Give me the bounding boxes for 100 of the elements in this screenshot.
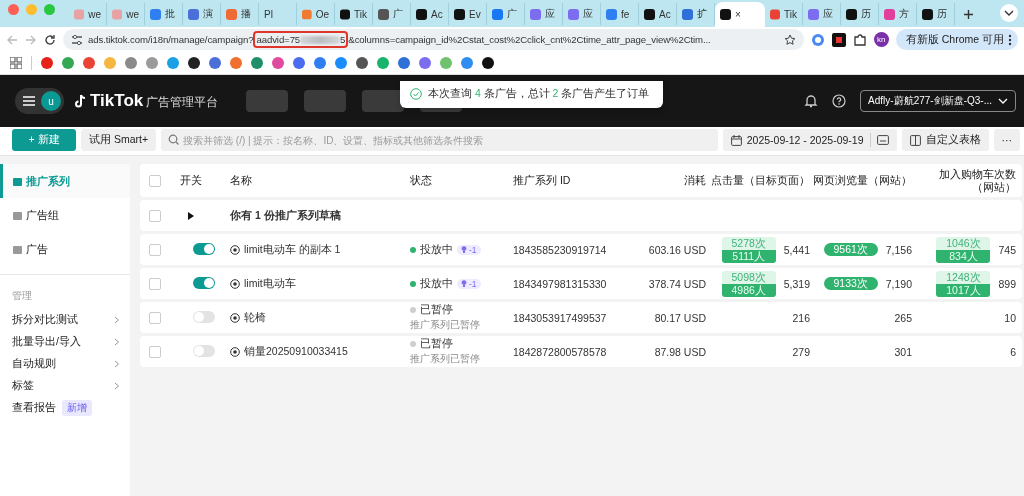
sidebar-link[interactable]: 查看报告 新增 [0, 397, 130, 419]
browser-tab[interactable]: 应 [525, 3, 563, 25]
apps-grid-icon[interactable] [10, 57, 22, 69]
column-header[interactable]: 消耗 [684, 173, 706, 186]
bookmark-icon[interactable] [188, 57, 200, 69]
browser-tab[interactable]: Oe [297, 3, 335, 25]
sidebar-link[interactable]: 自动规则 [0, 353, 130, 375]
browser-tab[interactable]: Pl [259, 3, 297, 25]
browser-tab[interactable]: Ev [449, 3, 487, 25]
logo-text: TikTok [90, 91, 144, 111]
user-avatar: u [41, 91, 61, 111]
browser-tab[interactable]: we [107, 3, 145, 25]
sidebar-link[interactable]: 拆分对比测试 [0, 309, 130, 331]
chevron-right-icon [114, 338, 120, 346]
browser-tab[interactable]: × [715, 2, 765, 27]
browser-tab[interactable]: 批 [145, 3, 183, 25]
browser-tab[interactable]: 播 [221, 3, 259, 25]
forward-icon[interactable] [25, 33, 37, 46]
reload-icon[interactable] [44, 33, 56, 46]
sidebar-link[interactable]: 标签 [0, 375, 130, 397]
more-vertical-icon[interactable] [1008, 33, 1012, 46]
column-header[interactable]: 加入购物车次数（网站） [938, 167, 1016, 194]
window-control-icon[interactable] [8, 4, 19, 15]
browser-tab[interactable]: 应 [803, 3, 841, 25]
bookmark-icon[interactable] [482, 57, 494, 69]
campaign-name[interactable]: 销量20250910033415 [244, 344, 348, 359]
chevron-down-icon[interactable] [1000, 4, 1018, 22]
metric-tag: 9561次 [823, 243, 878, 256]
checkbox[interactable] [149, 345, 161, 358]
column-header[interactable]: 状态 [410, 173, 432, 186]
customize-table-button[interactable]: 自定义表格 [901, 129, 989, 151]
plus-icon[interactable] [963, 9, 974, 20]
bookmark-star-icon[interactable] [783, 33, 796, 46]
column-header[interactable]: 点击量（目标页面） [711, 173, 810, 186]
draft-notice: 你有 1 份推广系列草稿 [230, 208, 342, 223]
browser-tab[interactable]: 广 [373, 3, 411, 25]
browser-tab[interactable]: 广 [487, 3, 525, 25]
address-bar[interactable]: ads.tiktok.com/i18n/manage/campaign? aadvid=75 5 &columns=campaign_id%2Cstat_cost%2Cclick_cnt%2Ctime_attr_page_view%2Ctim... [63, 29, 804, 50]
profile-avatar[interactable]: kn [873, 32, 889, 47]
update-button[interactable]: 有新版 Chrome 可用 [895, 29, 1018, 50]
toggle-switch[interactable] [193, 276, 215, 289]
toggle-switch[interactable] [193, 310, 215, 323]
checkbox[interactable] [149, 311, 161, 324]
extension-icon[interactable] [831, 32, 846, 47]
back-icon[interactable] [6, 33, 18, 46]
help-icon[interactable] [832, 94, 847, 108]
browser-tab[interactable]: Ac [639, 3, 677, 25]
status-note: 推广系列已暂停 [410, 318, 481, 332]
campaign-name[interactable]: 轮椅 [244, 310, 266, 325]
chevron-down-icon[interactable] [998, 96, 1008, 106]
browser-tab[interactable]: fe [601, 3, 639, 25]
section-heading: 管理 [11, 289, 33, 303]
browser-tab[interactable]: 方 [879, 3, 917, 25]
more-button[interactable]: ··· [993, 129, 1020, 151]
checkbox[interactable] [149, 243, 161, 256]
browser-tab[interactable]: 扩 [677, 3, 715, 25]
table-cell: 265 [894, 311, 912, 324]
redaction-blur [300, 35, 341, 44]
toggle-switch[interactable] [193, 344, 215, 357]
browser-tab[interactable]: 历 [841, 3, 879, 25]
try-smart-button[interactable]: 试用 Smart+ [81, 129, 157, 151]
sidebar-item[interactable]: 广告 [0, 232, 130, 266]
table-cell: 5,319 [783, 277, 810, 290]
search-icon [168, 134, 180, 145]
expand-triangle-icon[interactable] [188, 211, 194, 220]
puzzle-icon[interactable] [852, 32, 867, 47]
table-cell: 7,190 [885, 277, 912, 290]
site-settings-icon[interactable] [71, 33, 83, 46]
menu-icon[interactable] [23, 96, 35, 106]
campaign-name[interactable]: limit电动车 的副本 1 [244, 242, 341, 257]
column-header[interactable]: 开关 [180, 173, 202, 186]
campaign-name[interactable]: limit电动车 [244, 276, 296, 291]
toggle-switch[interactable] [193, 242, 215, 255]
browser-tab[interactable]: 应 [563, 3, 601, 25]
url-text: ads.tiktok.com/i18n/manage/campaign? [88, 34, 254, 45]
sidebar-link[interactable]: 批量导出/导入 [0, 331, 130, 353]
columns-icon [909, 134, 921, 146]
search-field[interactable]: 搜索并筛选 (/) | 提示：按名称、ID、设置、指标或其他筛选条件搜索 [161, 129, 718, 151]
new-badge: 新增 [62, 400, 92, 416]
browser-tab[interactable]: Tik [335, 3, 373, 25]
bell-icon[interactable] [804, 94, 819, 108]
sidebar-item[interactable]: 广告组 [0, 198, 130, 232]
browser-tab[interactable]: 演 [183, 3, 221, 25]
column-header[interactable]: 名称 [230, 173, 252, 186]
account-dropdown[interactable]: Adfly-蔚航277-剑新盘-Q3-... [860, 90, 1016, 112]
checkbox[interactable] [149, 209, 161, 222]
column-header[interactable]: 推广系列 ID [513, 173, 571, 186]
browser-tab[interactable]: Tik [765, 3, 803, 25]
checkbox[interactable] [149, 277, 161, 290]
browser-tab[interactable]: we [69, 3, 107, 25]
compare-icon[interactable] [876, 135, 889, 145]
campaign-icon [230, 312, 240, 323]
chevron-right-icon [114, 382, 120, 390]
campaign-icon [230, 244, 240, 255]
browser-tab[interactable]: 历 [917, 3, 955, 25]
campaign-icon [230, 346, 240, 357]
column-header[interactable]: 网页浏览量（网站） [813, 173, 912, 186]
checkbox[interactable] [149, 174, 161, 187]
bookmark-icon[interactable] [356, 57, 368, 69]
browser-tab[interactable]: Ac [411, 3, 449, 25]
